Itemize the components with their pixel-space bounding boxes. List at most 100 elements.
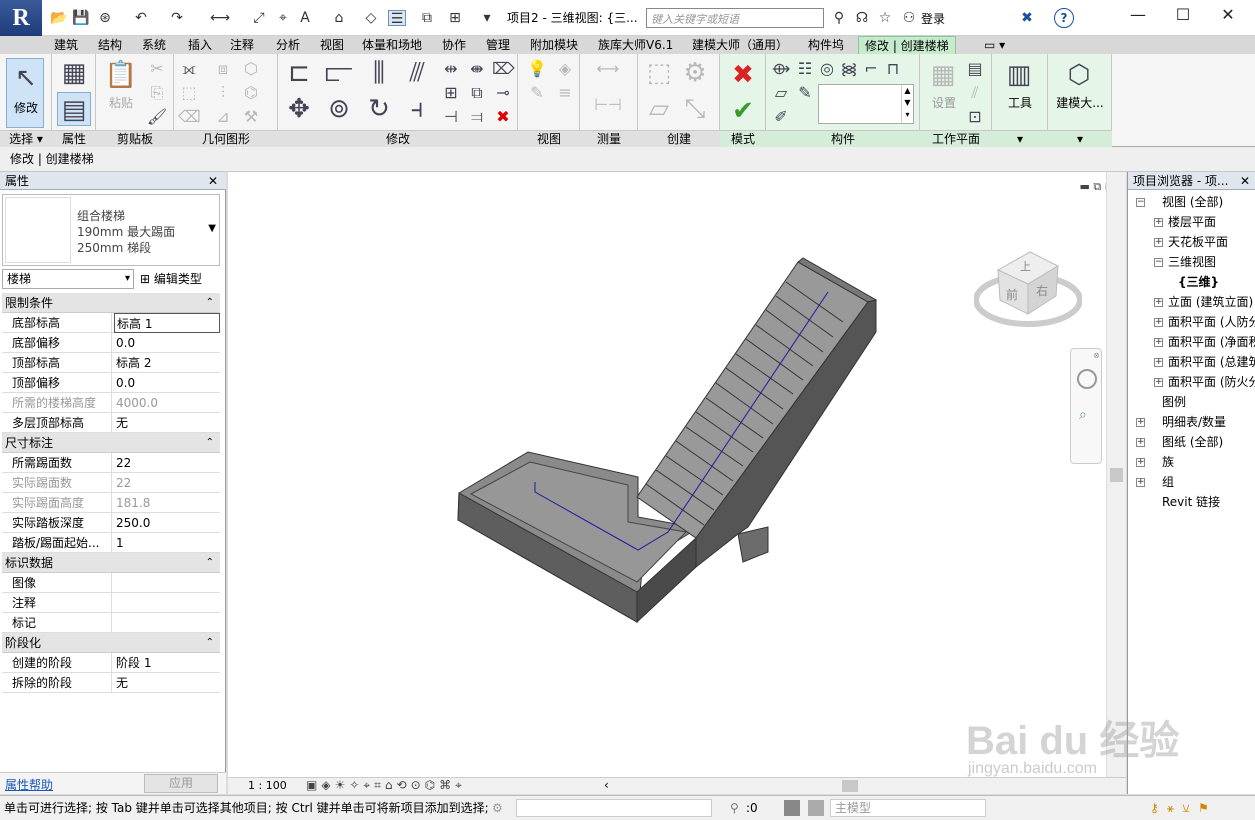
close-button[interactable]: ✕	[1208, 4, 1248, 28]
tab-14[interactable]: 修改 | 创建楼梯	[858, 36, 956, 54]
unpin-icon[interactable]: ⌦	[492, 58, 515, 80]
tab-11[interactable]: 族库大师V6.1	[592, 36, 679, 54]
paint-icon[interactable]: ⌬	[240, 82, 262, 104]
tree-expand-icon[interactable]: +	[1154, 358, 1163, 367]
tab-10[interactable]: 附加模块	[524, 36, 584, 54]
zoom-icon[interactable]: ⌕	[1079, 407, 1087, 423]
prop-value[interactable]: 无	[114, 413, 220, 433]
workplane-set-icon[interactable]: ▦	[926, 58, 960, 92]
tools-icon[interactable]: ▥	[1002, 58, 1036, 92]
tree-expand-icon[interactable]: +	[1154, 298, 1163, 307]
switch-windows-icon[interactable]: ⊞	[446, 10, 464, 26]
undo-icon[interactable]: ↶	[132, 10, 150, 26]
prop-section-header[interactable]: 标识数据 ⌃	[2, 553, 220, 573]
prop-row[interactable]: 顶部标高 标高 2	[2, 353, 220, 373]
tag-icon[interactable]: ⌖	[274, 10, 292, 26]
rotate-icon[interactable]: ↻	[362, 92, 396, 126]
model-master-icon[interactable]: ⬡	[1062, 58, 1096, 92]
tree-expand-icon[interactable]: +	[1154, 218, 1163, 227]
override-icon[interactable]: ≡	[554, 82, 576, 104]
hammer-icon[interactable]: ⚒	[240, 106, 262, 128]
browser-item[interactable]: 明细表/数量	[1162, 412, 1226, 432]
model-dropdown-icon[interactable]: ▾	[1048, 130, 1112, 147]
3d-view-icon[interactable]: ⌂	[330, 10, 348, 26]
redo-icon[interactable]: ↷	[168, 10, 186, 26]
model-label[interactable]: 建模大...	[1048, 94, 1112, 111]
cancel-edit-icon[interactable]: ✖	[726, 58, 760, 92]
collapse-icon[interactable]: ⌃	[206, 433, 214, 453]
view-scale[interactable]: 1 : 100	[248, 779, 287, 792]
browser-item[interactable]: 图纸 (全部)	[1162, 432, 1223, 452]
split-gap-icon[interactable]: ⇼	[466, 58, 488, 80]
u-winder-icon[interactable]: ⊓	[882, 58, 904, 80]
prop-value[interactable]	[114, 613, 220, 633]
prop-row[interactable]: 踏板/踢面起始... 1	[2, 533, 220, 553]
subscription-icon[interactable]: ☊	[853, 10, 871, 26]
copy-icon[interactable]: ⎘	[146, 82, 168, 104]
hide-icon[interactable]: ◈	[554, 58, 576, 80]
profile-icon[interactable]: ⊿	[212, 106, 234, 128]
browser-item[interactable]: 组	[1162, 472, 1174, 492]
browser-item[interactable]: {三维}	[1178, 272, 1219, 292]
offset-icon[interactable]: ⫍	[322, 56, 356, 90]
collapse-icon[interactable]: ⌃	[206, 553, 214, 573]
match-type-icon[interactable]: 🖌	[146, 106, 168, 128]
help-icon[interactable]: ?	[1054, 8, 1074, 28]
finish-edit-icon[interactable]: ✔	[726, 94, 760, 128]
prop-row[interactable]: 实际踏板深度 250.0	[2, 513, 220, 533]
trim-multi-icon[interactable]: ⫤	[466, 106, 488, 128]
prop-section-header[interactable]: 阶段化 ⌃	[2, 633, 220, 653]
tools-label[interactable]: 工具	[992, 94, 1048, 111]
tab-0[interactable]: 建筑	[48, 36, 84, 54]
properties-help-link[interactable]: 属性帮助	[5, 776, 53, 793]
support-icon[interactable]: ✐	[770, 106, 792, 128]
tools-dropdown-icon[interactable]: ▾	[992, 130, 1048, 147]
mirror-draw-icon[interactable]: ⫻	[400, 56, 434, 90]
properties-close-icon[interactable]: ✕	[208, 172, 218, 190]
filter-dropdown-icon[interactable]: ▾	[125, 270, 130, 288]
prop-value[interactable]: 181.8	[114, 493, 220, 513]
prop-row[interactable]: 多层顶部标高无	[2, 413, 220, 433]
pin-icon[interactable]: ⊸	[492, 82, 514, 104]
prop-row[interactable]: 实际踢面高度 181.8	[2, 493, 220, 513]
prop-value[interactable]: 0.0	[114, 373, 220, 393]
wall-joins-icon[interactable]: ⬚	[178, 82, 200, 104]
tab-1[interactable]: 结构	[92, 36, 128, 54]
cut-geometry-icon[interactable]: ⧈	[212, 58, 234, 80]
login-link[interactable]: 登录	[921, 10, 945, 27]
view-control-icons[interactable]: ▣◈☀✧⌖⌗⌂⟲⊙⌬⌘⌖	[306, 778, 466, 793]
measure-icon[interactable]: ⟷	[210, 10, 230, 26]
prop-value[interactable]: 标高 2	[114, 353, 220, 373]
app-logo[interactable]: R	[0, 0, 42, 38]
type-properties-icon[interactable]: ▤	[57, 92, 91, 126]
browser-item[interactable]: 图例	[1162, 392, 1186, 412]
horizontal-scroll-thumb[interactable]	[842, 780, 858, 792]
pick-two-runs-icon[interactable]: ✎	[794, 82, 816, 104]
view-cube[interactable]: 上 前 右	[973, 250, 1083, 330]
vertical-scroll-thumb[interactable]	[1110, 468, 1123, 482]
ribbon-minimize-icon[interactable]: ▭ ▾	[978, 36, 1011, 54]
prop-value[interactable]: 22	[114, 453, 220, 473]
create-similar-icon[interactable]: ⤡	[678, 92, 712, 126]
instance-filter[interactable]: 楼梯 ▾	[2, 269, 134, 289]
create-parts-icon[interactable]: ⬚	[642, 56, 676, 90]
prop-row[interactable]: 创建的阶段 阶段 1	[2, 653, 220, 673]
save-icon[interactable]: 💾	[72, 10, 90, 26]
workset-dropdown[interactable]	[516, 799, 712, 817]
prop-row[interactable]: 实际踢面数 22	[2, 473, 220, 493]
browser-item[interactable]: Revit 链接	[1162, 492, 1220, 512]
component-gallery[interactable]: ▲ ▼ ▾	[818, 84, 914, 124]
thin-lines-icon[interactable]: ☰	[388, 10, 406, 27]
prop-section-header[interactable]: 尺寸标注 ⌃	[2, 433, 220, 453]
paste-icon[interactable]: 📋	[104, 58, 138, 92]
browser-item[interactable]: 楼层平面	[1168, 212, 1216, 232]
tab-13[interactable]: 构件坞	[802, 36, 850, 54]
filter-count-icon[interactable]: ⚲	[730, 796, 739, 820]
prop-value[interactable]: 标高 1	[114, 313, 220, 333]
center-spiral-icon[interactable]: ᯼	[838, 58, 860, 80]
tab-2[interactable]: 系统	[136, 36, 172, 54]
create-group-icon[interactable]: ▱	[642, 92, 676, 126]
browser-item[interactable]: 面积平面 (人防分区面积)	[1168, 312, 1255, 332]
prop-value[interactable]: 0.0	[114, 333, 220, 353]
browser-item[interactable]: 视图 (全部)	[1162, 192, 1223, 212]
